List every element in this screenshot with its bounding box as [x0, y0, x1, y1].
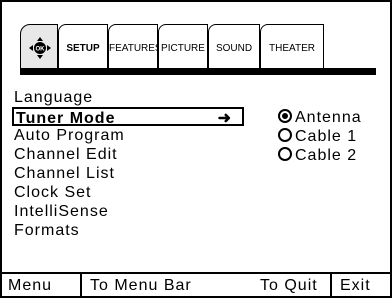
option-label: Cable 1 [295, 128, 358, 145]
tv-menu-screen: OK SETUP FEATURES PICTURE SOUND THEATER … [2, 2, 390, 296]
menu-item-tuner-mode[interactable]: Tuner Mode ➜ [12, 107, 244, 127]
tab-bar-underline [20, 68, 376, 75]
divider [330, 274, 332, 296]
exit-button[interactable]: Exit [340, 274, 371, 296]
menu-item-formats[interactable]: Formats [14, 221, 244, 240]
menu-item-auto-program[interactable]: Auto Program [14, 126, 244, 145]
svg-text:OK: OK [36, 47, 46, 53]
setup-menu-list: Language Tuner Mode ➜ Auto Program Chann… [12, 88, 244, 240]
tab-sound[interactable]: SOUND [208, 24, 260, 72]
option-cable-1[interactable]: Cable 1 [278, 127, 362, 146]
ok-directional-pad-icon: OK [29, 37, 51, 59]
right-arrow-icon: ➜ [217, 110, 232, 127]
menu-item-label: Tuner Mode [16, 110, 116, 127]
menu-item-channel-edit[interactable]: Channel Edit [14, 145, 244, 164]
radio-selected-icon[interactable] [278, 109, 292, 123]
menu-item-channel-list[interactable]: Channel List [14, 164, 244, 183]
option-label: Antenna [295, 109, 362, 126]
tab-picture[interactable]: PICTURE [158, 24, 208, 72]
menu-item-intellisense[interactable]: IntelliSense [14, 202, 244, 221]
menu-item-language[interactable]: Language [14, 88, 244, 107]
menu-button[interactable]: Menu [8, 274, 52, 296]
tab-setup[interactable]: SETUP [58, 24, 108, 72]
menu-item-clock-set[interactable]: Clock Set [14, 183, 244, 202]
option-label: Cable 2 [295, 147, 358, 164]
option-cable-2[interactable]: Cable 2 [278, 146, 362, 165]
ok-navigation-tab[interactable]: OK [20, 24, 58, 72]
tuner-mode-options: Antenna Cable 1 Cable 2 [278, 108, 362, 165]
option-antenna[interactable]: Antenna [278, 108, 362, 127]
tab-theater[interactable]: THEATER [260, 24, 324, 72]
divider [80, 274, 82, 296]
radio-unselected-icon[interactable] [278, 128, 292, 142]
radio-unselected-icon[interactable] [278, 147, 292, 161]
tab-features[interactable]: FEATURES [108, 24, 162, 72]
help-bar: Menu To Menu Bar To Quit Exit [2, 272, 390, 296]
to-menu-bar-label: To Menu Bar [90, 277, 192, 294]
to-quit-label: To Quit [260, 277, 318, 294]
